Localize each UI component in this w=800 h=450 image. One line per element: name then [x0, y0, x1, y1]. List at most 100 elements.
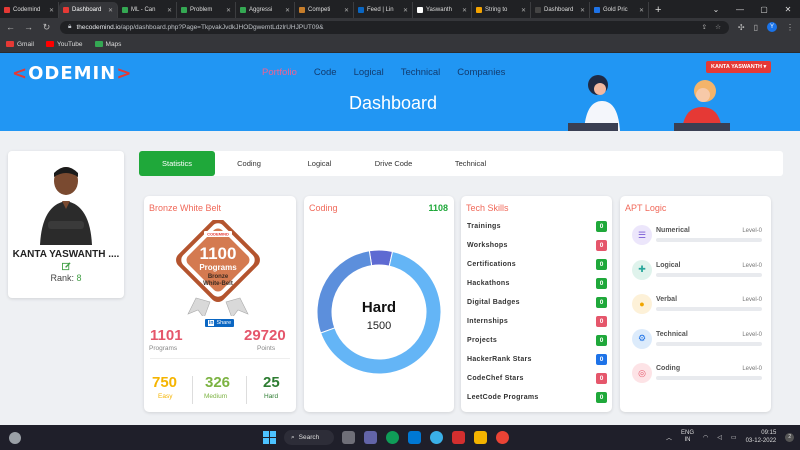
minimize-button[interactable]: —: [728, 0, 752, 18]
store-icon[interactable]: [408, 431, 421, 444]
nav-companies[interactable]: Companies: [457, 67, 505, 78]
language-indicator[interactable]: ENG IN: [681, 430, 694, 444]
close-icon[interactable]: ✕: [167, 7, 172, 14]
chrome-icon[interactable]: [496, 431, 509, 444]
tab-statistics[interactable]: Statistics: [139, 151, 215, 176]
chevron-up-icon[interactable]: ︿: [666, 433, 672, 442]
apt-row-coding[interactable]: ◎ Coding Level-0: [632, 363, 762, 387]
browser-tab[interactable]: Yaswanth ✕: [413, 2, 472, 18]
apt-logic-card: APT Logic ☰ Numerical Level-0 ✚ Logical Level…: [620, 196, 771, 412]
tab-coding[interactable]: Coding: [215, 151, 283, 176]
close-icon[interactable]: ✕: [462, 7, 467, 14]
tab-drive-code[interactable]: Drive Code: [356, 151, 431, 176]
tech-skill-row: Trainings 0: [467, 220, 607, 232]
url-bar[interactable]: 🔒︎ thecodemind.io/app/dashboard.php?Page…: [60, 20, 729, 34]
tab-search-icon[interactable]: ⌄: [704, 0, 728, 18]
tab-technical[interactable]: Technical: [431, 151, 510, 176]
browser-tab[interactable]: String to ✕: [472, 2, 531, 18]
tech-skill-label: Internships: [467, 317, 509, 325]
bookmark-gmail[interactable]: Gmail: [6, 41, 34, 48]
browser-tab[interactable]: Gold Pric ✕: [590, 2, 649, 18]
nav-code[interactable]: Code: [314, 67, 337, 78]
nav-portfolio[interactable]: Portfolio: [262, 67, 297, 78]
share-page-icon[interactable]: ⇪: [702, 23, 707, 31]
teams-icon[interactable]: [364, 431, 377, 444]
browser-tab[interactable]: Feed | Lin ✕: [354, 2, 413, 18]
edit-icon[interactable]: [62, 262, 71, 271]
dashboard-tabs: Statistics Coding Logical Drive Code Technic…: [139, 151, 783, 176]
bookmark-youtube[interactable]: YouTube: [45, 41, 83, 48]
sidebar-icon[interactable]: ▯: [754, 23, 758, 32]
back-icon[interactable]: ←: [6, 22, 15, 32]
tech-skill-row: Hackathons 0: [467, 277, 607, 289]
close-icon[interactable]: ✕: [344, 7, 349, 14]
bookmark-star-icon[interactable]: ☆: [715, 23, 721, 31]
menu-icon[interactable]: ⋮: [786, 23, 794, 32]
close-icon[interactable]: ✕: [580, 7, 585, 14]
tech-skill-label: HackerRank Stars: [467, 355, 532, 363]
wifi-icon[interactable]: ◠: [703, 434, 708, 441]
browser-tab[interactable]: Codemind ✕: [0, 2, 59, 18]
browser-tab[interactable]: Dashboard ✕: [531, 2, 590, 18]
taskbar-search[interactable]: ⌕ Search: [284, 430, 334, 445]
file-explorer-icon[interactable]: [474, 431, 487, 444]
close-icon[interactable]: ✕: [108, 7, 113, 14]
tab-logical[interactable]: Logical: [283, 151, 356, 176]
tab-title: Problem: [190, 7, 213, 13]
weather-icon[interactable]: [9, 432, 21, 444]
rank-value: 8: [76, 273, 82, 283]
browser-tabs: Codemind ✕ Dashboard ✕ ML - Can ✕ Problem ✕ Aggr…: [0, 0, 649, 18]
apt-row-logical[interactable]: ✚ Logical Level-0: [632, 259, 762, 284]
profile-avatar[interactable]: Y: [767, 22, 777, 32]
browser-tab[interactable]: ML - Can ✕: [118, 2, 177, 18]
codemind-logo[interactable]: <ODEMIN>: [12, 63, 132, 84]
close-icon[interactable]: ✕: [226, 7, 231, 14]
edge-icon[interactable]: [386, 431, 399, 444]
tech-skills-title: Tech Skills: [466, 203, 509, 213]
easy-label: Easy: [158, 393, 173, 400]
forward-icon[interactable]: →: [24, 22, 33, 32]
belt-card: Bronze White Belt CODEMIND 1100 Programs…: [144, 196, 296, 412]
notification-badge[interactable]: 2: [785, 432, 795, 442]
close-icon[interactable]: ✕: [285, 7, 290, 14]
apt-row-technical[interactable]: ⚙ Technical Level-0: [632, 328, 762, 353]
tech-skill-label: LeetCode Programs: [467, 393, 539, 401]
nav-technical[interactable]: Technical: [401, 67, 441, 78]
volume-icon[interactable]: ◁: [717, 434, 722, 441]
clock[interactable]: 09:15 03-12-2022: [746, 429, 777, 445]
browser-tab[interactable]: Problem ✕: [177, 2, 236, 18]
new-tab-button[interactable]: +: [649, 2, 667, 18]
apt-level: Level-0: [742, 228, 762, 234]
apt-progress-bar: [656, 307, 762, 311]
lock-icon[interactable]: 🔒︎: [68, 23, 71, 31]
easy-value: 750: [152, 374, 178, 391]
battery-icon[interactable]: ▭: [731, 434, 737, 441]
nav-logical[interactable]: Logical: [354, 67, 384, 78]
badge-logo-text: CODEMIND: [207, 232, 229, 237]
donut-segment[interactable]: [316, 250, 373, 334]
close-icon[interactable]: ✕: [521, 7, 526, 14]
close-icon[interactable]: ✕: [403, 7, 408, 14]
bookmark-maps[interactable]: Maps: [94, 41, 121, 48]
browser-tab[interactable]: Competi ✕: [295, 2, 354, 18]
tech-skill-count: 0: [596, 296, 607, 308]
start-button[interactable]: [263, 431, 276, 444]
linkedin-share-button[interactable]: in Share: [205, 319, 235, 327]
reload-icon[interactable]: ↻: [42, 22, 51, 33]
apt-row-numerical[interactable]: ☰ Numerical Level-0: [632, 225, 762, 249]
apt-row-verbal[interactable]: ● Verbal Level-0: [632, 294, 762, 318]
url-path: /app/dashboard.php?Page=TkpvakJvdkJHODgw…: [120, 23, 324, 31]
extensions-icon[interactable]: ✣: [738, 23, 745, 32]
browser-tab[interactable]: Aggressi ✕: [236, 2, 295, 18]
apt-label: Verbal: [656, 296, 678, 303]
donut-segment[interactable]: [368, 249, 394, 267]
close-icon[interactable]: ✕: [639, 7, 644, 14]
browser-tab[interactable]: Dashboard ✕: [59, 2, 118, 18]
app-icon[interactable]: [430, 431, 443, 444]
task-view-icon[interactable]: [342, 431, 355, 444]
maximize-button[interactable]: ▢: [752, 0, 776, 18]
mcafee-icon[interactable]: [452, 431, 465, 444]
close-window-button[interactable]: ✕: [776, 0, 800, 18]
system-tray: ︿ ENG IN ◠ ◁ ▭ 09:15 03-12-2022 2: [666, 429, 795, 445]
close-icon[interactable]: ✕: [49, 7, 54, 14]
